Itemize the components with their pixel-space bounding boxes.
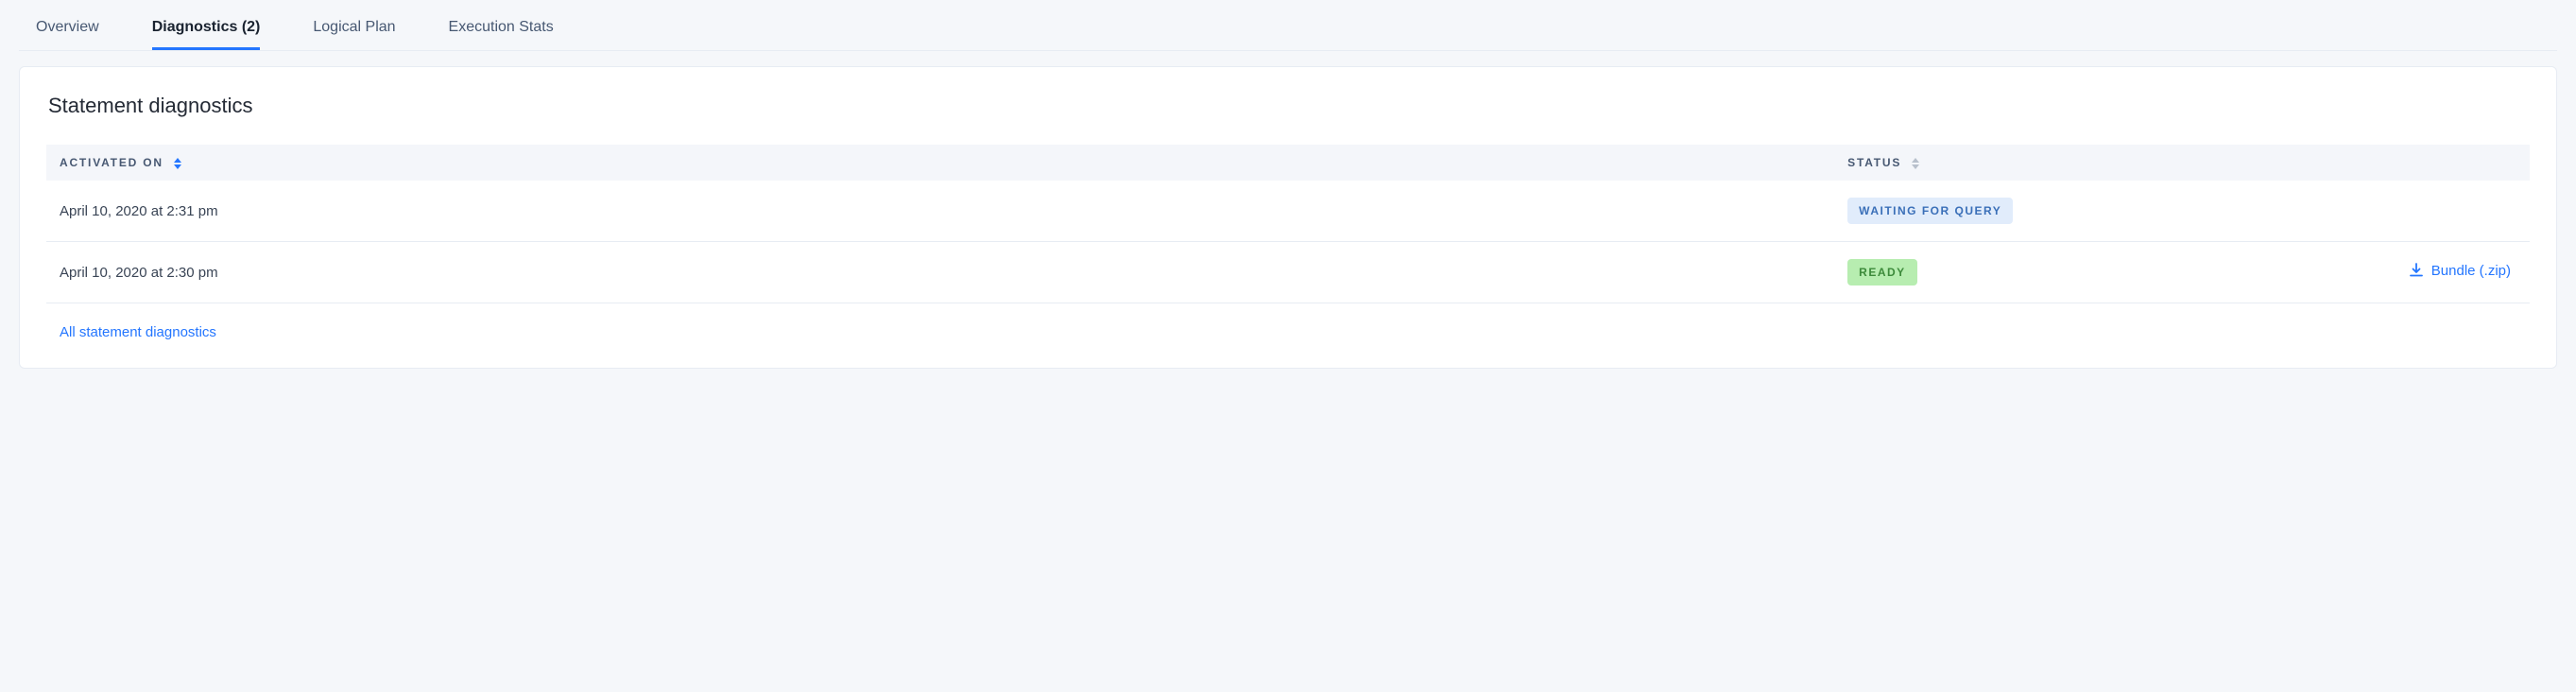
cell-action: Bundle (.zip) [2232, 242, 2530, 303]
sort-icon[interactable] [1912, 158, 1919, 169]
cell-action [2232, 181, 2530, 242]
page: Overview Diagnostics (2) Logical Plan Ex… [0, 0, 2576, 397]
table-header-row: Activated on Status [46, 145, 2530, 181]
diagnostics-card: Statement diagnostics Activated on Statu… [19, 66, 2557, 369]
tab-diagnostics[interactable]: Diagnostics (2) [152, 13, 261, 50]
diagnostics-table: Activated on Status [46, 145, 2530, 303]
column-header-activated-on[interactable]: Activated on [46, 145, 1834, 181]
table-row: April 10, 2020 at 2:31 pm WAITING FOR QU… [46, 181, 2530, 242]
status-badge: READY [1847, 259, 1917, 285]
cell-status: READY [1834, 242, 2231, 303]
column-header-activated-on-label: Activated on [60, 156, 163, 169]
table-row: April 10, 2020 at 2:30 pm READY Bundle (… [46, 242, 2530, 303]
tab-bar: Overview Diagnostics (2) Logical Plan Ex… [19, 0, 2557, 51]
column-header-action [2232, 145, 2530, 181]
download-bundle-link[interactable]: Bundle (.zip) [2409, 263, 2511, 279]
all-statement-diagnostics-link[interactable]: All statement diagnostics [60, 324, 216, 340]
cell-status: WAITING FOR QUERY [1834, 181, 2231, 242]
cell-activated-on: April 10, 2020 at 2:31 pm [46, 181, 1834, 242]
card-title: Statement diagnostics [46, 94, 2530, 118]
download-bundle-label: Bundle (.zip) [2431, 263, 2511, 279]
tab-overview[interactable]: Overview [36, 13, 99, 50]
status-badge: WAITING FOR QUERY [1847, 198, 2013, 224]
cell-activated-on: April 10, 2020 at 2:30 pm [46, 242, 1834, 303]
tab-execution-stats[interactable]: Execution Stats [449, 13, 554, 50]
column-header-status[interactable]: Status [1834, 145, 2231, 181]
tab-logical-plan[interactable]: Logical Plan [313, 13, 395, 50]
column-header-status-label: Status [1847, 156, 1901, 169]
sort-icon[interactable] [174, 158, 181, 169]
download-icon [2409, 263, 2424, 278]
